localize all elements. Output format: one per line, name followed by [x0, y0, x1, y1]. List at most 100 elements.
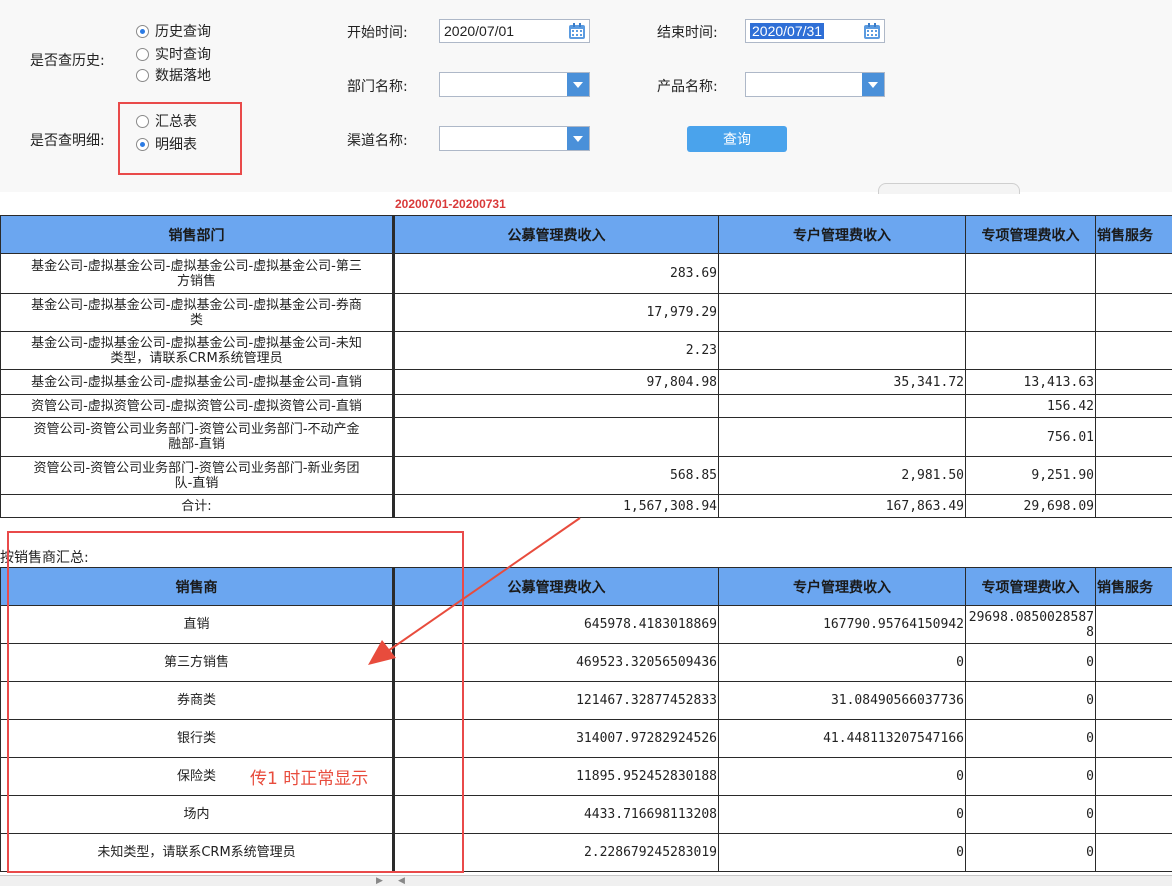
end-time-label: 结束时间:	[657, 22, 718, 42]
end-date-input[interactable]: 2020/07/31	[745, 19, 885, 43]
value-cell	[1096, 418, 1172, 457]
history-label: 是否查历史:	[30, 50, 105, 70]
radio-data-landing[interactable]: 数据落地	[136, 65, 211, 85]
collapse-handle[interactable]	[878, 183, 1020, 194]
col-header-dept: 销售部门	[1, 216, 394, 254]
end-date-value: 2020/07/31	[750, 23, 824, 39]
value-cell	[1096, 606, 1172, 644]
value-cell	[394, 395, 719, 418]
col-header-special-project: 专项管理费收入	[966, 216, 1096, 254]
dept-cell: 基金公司-虚拟基金公司-虚拟基金公司-虚拟基金公司-未知 类型，请联系CRM系统…	[1, 332, 394, 370]
value-cell: 756.01	[966, 418, 1096, 457]
value-cell: 0	[966, 720, 1096, 758]
start-date-value: 2020/07/01	[444, 23, 514, 39]
value-cell: 9,251.90	[966, 457, 1096, 495]
table-row: 资管公司-资管公司业务部门-资管公司业务部门-新业务团 队-直销568.852,…	[1, 457, 1172, 495]
value-cell	[719, 332, 966, 370]
value-cell	[1096, 370, 1172, 395]
value-cell	[1096, 395, 1172, 418]
total-cell: 29,698.09	[966, 495, 1096, 518]
radio-realtime-query[interactable]: 实时查询	[136, 44, 211, 64]
channel-name-label: 渠道名称:	[347, 130, 408, 150]
value-cell	[966, 294, 1096, 332]
value-cell: 29698.08500285878	[966, 606, 1096, 644]
value-cell: 0	[966, 758, 1096, 796]
col-header-public: 公募管理费收入	[394, 216, 719, 254]
col-header-special-account: 专户管理费收入	[719, 216, 966, 254]
dept-select[interactable]	[439, 72, 590, 97]
value-cell: 0	[719, 758, 966, 796]
col-header-sales-service: 销售服务	[1096, 568, 1172, 606]
value-cell	[1096, 682, 1172, 720]
dept-cell: 资管公司-虚拟资管公司-虚拟资管公司-虚拟资管公司-直销	[1, 395, 394, 418]
value-cell	[1096, 834, 1172, 872]
radio-realtime-query-dot[interactable]	[136, 48, 149, 61]
annotation-note: 传1 时正常显示	[250, 764, 368, 789]
value-cell: 31.08490566037736	[719, 682, 966, 720]
value-cell	[1096, 796, 1172, 834]
dept-table: 销售部门 公募管理费收入 专户管理费收入 专项管理费收入 销售服务 基金公司-虚…	[0, 215, 1172, 518]
channel-select[interactable]	[439, 126, 590, 151]
value-cell: 0	[966, 834, 1096, 872]
value-cell: 0	[966, 644, 1096, 682]
value-cell: 0	[966, 682, 1096, 720]
col-header-sales-service: 销售服务	[1096, 216, 1172, 254]
value-cell	[719, 395, 966, 418]
calendar-icon[interactable]	[565, 20, 589, 42]
chevron-down-icon[interactable]	[567, 73, 589, 96]
dept-cell: 基金公司-虚拟基金公司-虚拟基金公司-虚拟基金公司-直销	[1, 370, 394, 395]
value-cell	[1096, 457, 1172, 495]
value-cell: 41.448113207547166	[719, 720, 966, 758]
radio-history-query[interactable]: 历史查询	[136, 21, 211, 41]
value-cell	[1096, 332, 1172, 370]
col-header-special-project: 专项管理费收入	[966, 568, 1096, 606]
value-cell: 35,341.72	[719, 370, 966, 395]
value-cell: 283.69	[394, 254, 719, 294]
horizontal-scrollbar[interactable]: ▶ ◀	[0, 875, 1172, 886]
dept-cell: 资管公司-资管公司业务部门-资管公司业务部门-不动产金 融部-直销	[1, 418, 394, 457]
product-name-label: 产品名称:	[657, 76, 718, 96]
annotation-arrow	[360, 515, 590, 670]
chevron-down-icon[interactable]	[862, 73, 884, 96]
col-header-special-account: 专户管理费收入	[719, 568, 966, 606]
value-cell: 156.42	[966, 395, 1096, 418]
value-cell	[1096, 644, 1172, 682]
table-row: 基金公司-虚拟基金公司-虚拟基金公司-虚拟基金公司-未知 类型，请联系CRM系统…	[1, 332, 1172, 370]
table-row: 基金公司-虚拟基金公司-虚拟基金公司-虚拟基金公司-直销97,804.9835,…	[1, 370, 1172, 395]
value-cell: 0	[966, 796, 1096, 834]
radio-history-query-dot[interactable]	[136, 25, 149, 38]
table-row: 基金公司-虚拟基金公司-虚拟基金公司-虚拟基金公司-第三 方销售283.69	[1, 254, 1172, 294]
table-header-row: 销售部门 公募管理费收入 专户管理费收入 专项管理费收入 销售服务	[1, 216, 1172, 254]
value-cell: 2,981.50	[719, 457, 966, 495]
detail-label: 是否查明细:	[30, 130, 105, 150]
dept-cell: 基金公司-虚拟基金公司-虚拟基金公司-虚拟基金公司-券商 类	[1, 294, 394, 332]
table-row: 资管公司-虚拟资管公司-虚拟资管公司-虚拟资管公司-直销 156.42	[1, 395, 1172, 418]
radio-label: 历史查询	[155, 21, 211, 41]
highlight-box-radios	[118, 102, 242, 175]
value-cell	[1096, 254, 1172, 294]
value-cell: 0	[719, 644, 966, 682]
radio-data-landing-dot[interactable]	[136, 69, 149, 82]
start-time-label: 开始时间:	[347, 22, 408, 42]
value-cell	[1096, 758, 1172, 796]
radio-label: 数据落地	[155, 65, 211, 85]
value-cell: 167790.95764150942	[719, 606, 966, 644]
total-cell: 167,863.49	[719, 495, 966, 518]
start-date-input[interactable]: 2020/07/01	[439, 19, 590, 43]
product-select[interactable]	[745, 72, 885, 97]
value-cell: 568.85	[394, 457, 719, 495]
value-cell	[719, 418, 966, 457]
query-button[interactable]: 查询	[687, 126, 787, 152]
value-cell	[966, 254, 1096, 294]
table-row: 资管公司-资管公司业务部门-资管公司业务部门-不动产金 融部-直销 756.01	[1, 418, 1172, 457]
value-cell: 97,804.98	[394, 370, 719, 395]
dept-cell: 资管公司-资管公司业务部门-资管公司业务部门-新业务团 队-直销	[1, 457, 394, 495]
value-cell	[719, 254, 966, 294]
chevron-down-icon[interactable]	[567, 127, 589, 150]
radio-label: 实时查询	[155, 44, 211, 64]
total-label: 合计:	[1, 495, 394, 518]
calendar-icon[interactable]	[860, 20, 884, 42]
value-cell	[394, 418, 719, 457]
value-cell	[1096, 294, 1172, 332]
dept-cell: 基金公司-虚拟基金公司-虚拟基金公司-虚拟基金公司-第三 方销售	[1, 254, 394, 294]
